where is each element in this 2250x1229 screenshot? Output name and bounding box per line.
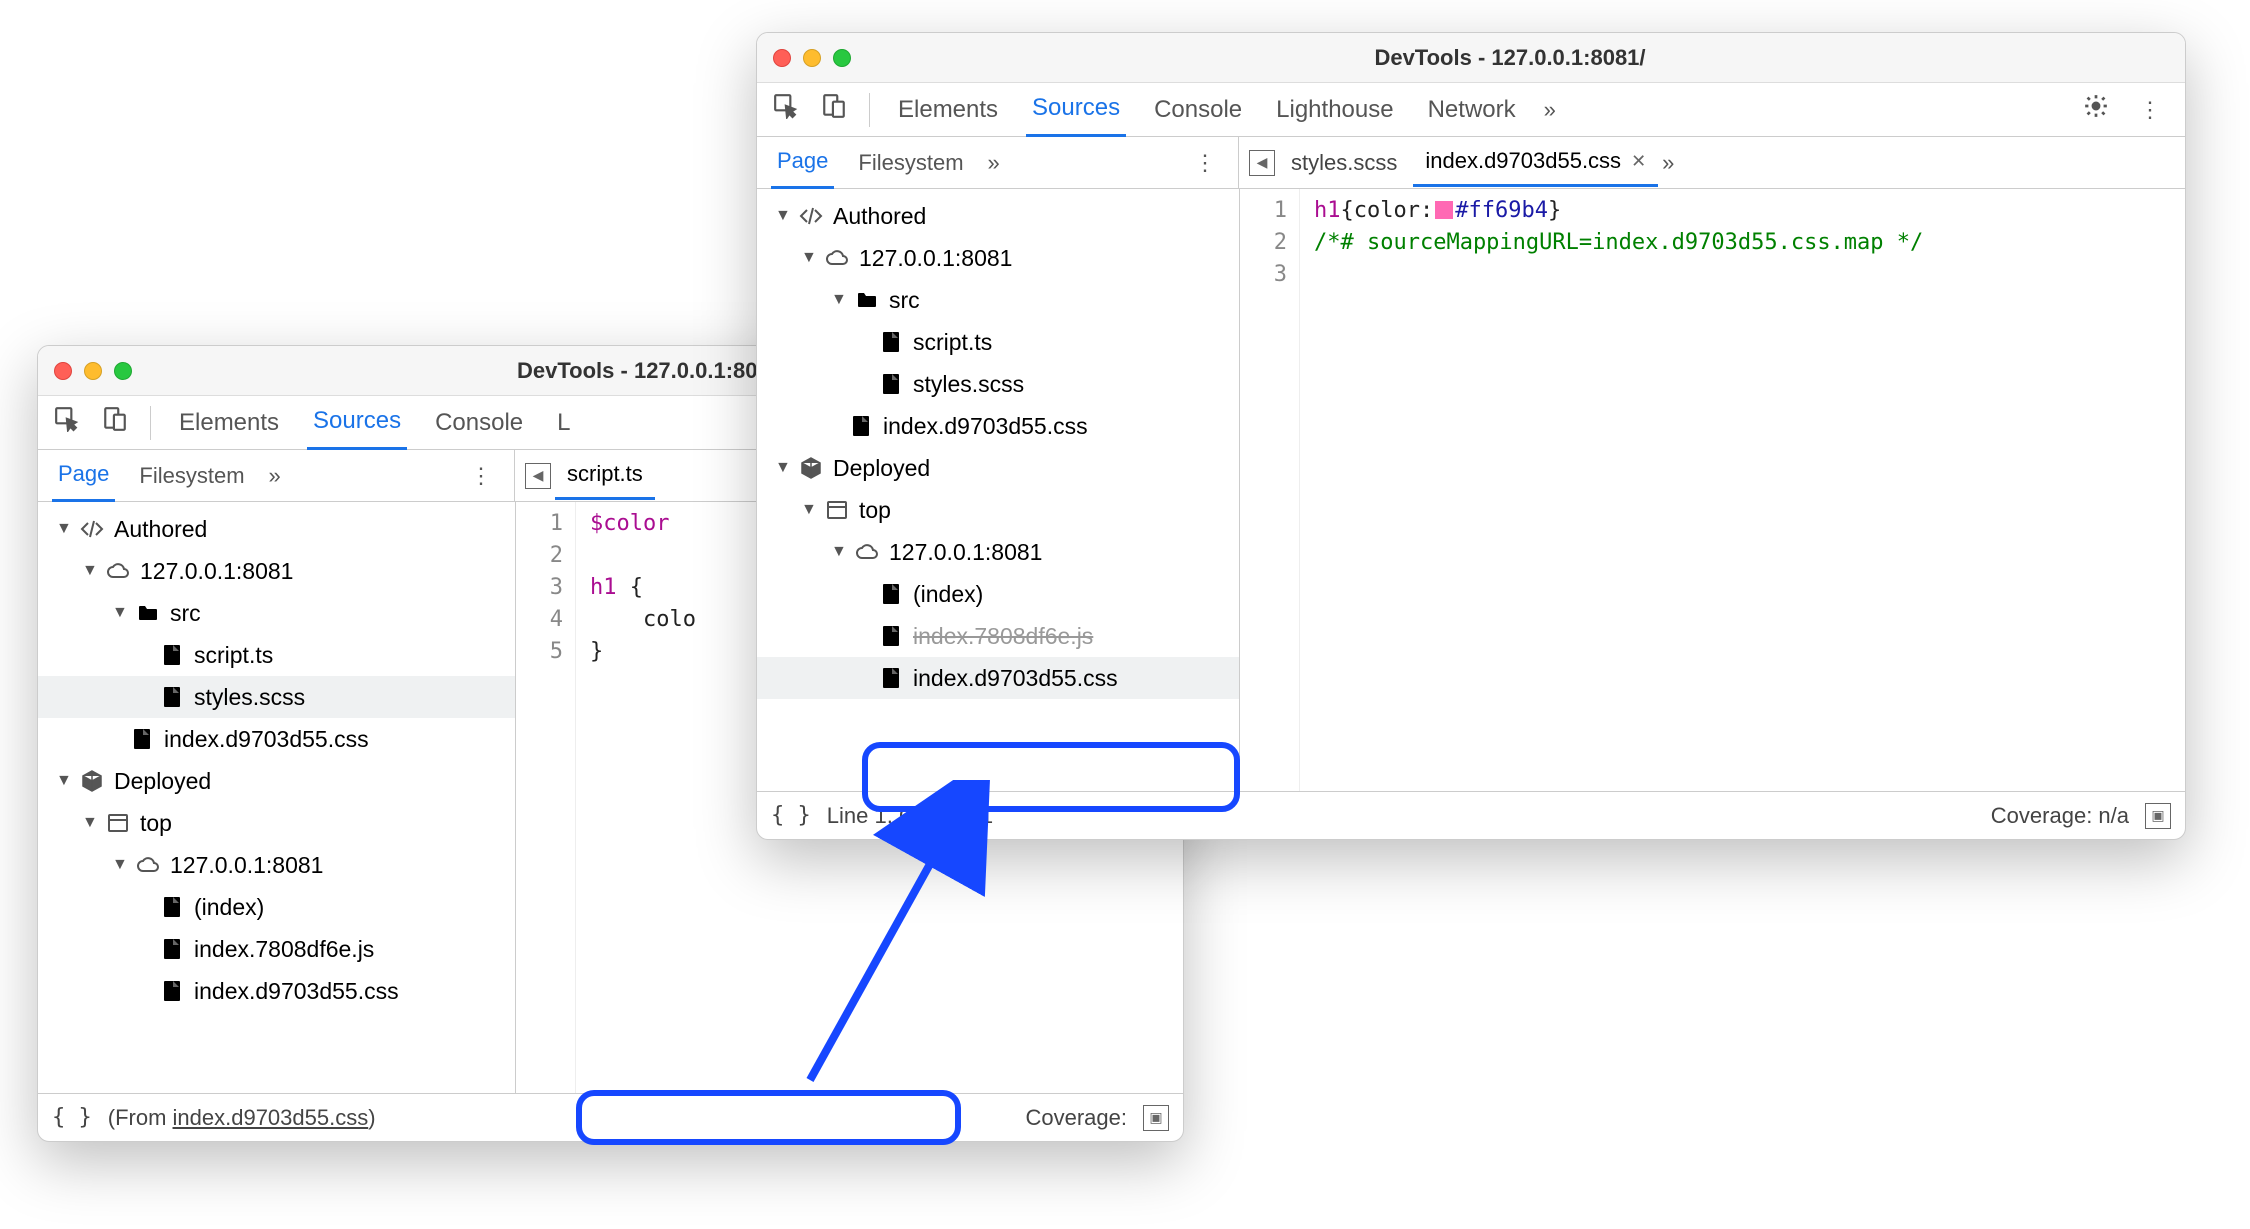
sub-toolbar: Page Filesystem » ⋮ ◀ styles.scss index.… (757, 137, 2185, 189)
tab-network[interactable]: Network (1422, 84, 1522, 136)
line-gutter: 12345 (516, 502, 576, 1093)
collapse-panel-icon[interactable]: ◀ (1249, 150, 1275, 176)
more-icon[interactable]: » (988, 150, 1000, 176)
filetab-label: styles.scss (1291, 150, 1397, 176)
settings-icon[interactable] (2083, 93, 2109, 126)
navtab-filesystem[interactable]: Filesystem (852, 138, 969, 188)
tab-elements[interactable]: Elements (892, 84, 1004, 136)
navigator-tree: ▼Authored ▼127.0.0.1:8081 ▼src script.ts… (757, 189, 1240, 791)
tree-styles-scss[interactable]: styles.scss (757, 363, 1239, 405)
tree-index-js[interactable]: index.7808df6e.js (38, 928, 515, 970)
tree-index-js[interactable]: index.7808df6e.js (757, 615, 1239, 657)
code-area[interactable]: h1{color:#ff69b4} /*# sourceMappingURL=i… (1300, 189, 1923, 791)
pretty-print-icon[interactable]: { } (771, 803, 811, 828)
tab-truncated[interactable]: L (551, 397, 576, 449)
tree-host[interactable]: ▼127.0.0.1:8081 (38, 550, 515, 592)
separator (150, 406, 151, 440)
traffic-close[interactable] (773, 49, 791, 67)
color-swatch[interactable] (1435, 201, 1453, 219)
titlebar: DevTools - 127.0.0.1:8081/ (757, 33, 2185, 83)
more-tabs-icon[interactable]: » (1544, 97, 1556, 123)
tab-lighthouse[interactable]: Lighthouse (1270, 84, 1399, 136)
tree-top[interactable]: ▼top (38, 802, 515, 844)
tree-index-css2[interactable]: index.d9703d55.css (38, 970, 515, 1012)
main-toolbar: Elements Sources Console Lighthouse Netw… (757, 83, 2185, 137)
navtab-filesystem[interactable]: Filesystem (133, 451, 250, 501)
filetab-label: index.d9703d55.css (1425, 148, 1621, 174)
coverage-toggle-icon[interactable]: ▣ (1143, 1105, 1169, 1131)
tab-console[interactable]: Console (1148, 84, 1248, 136)
kebab-icon[interactable]: ⋮ (462, 463, 500, 489)
statusbar: { } (From index.d9703d55.css) Coverage: … (38, 1093, 1183, 1141)
inspect-icon[interactable] (54, 406, 80, 439)
navtab-page[interactable]: Page (771, 136, 834, 189)
navigator-tree: ▼Authored ▼127.0.0.1:8081 ▼src script.ts… (38, 502, 516, 1093)
kebab-icon[interactable]: ⋮ (2131, 97, 2169, 123)
device-icon[interactable] (821, 93, 847, 126)
tree-top[interactable]: ▼top (757, 489, 1239, 531)
close-icon[interactable]: ✕ (1631, 151, 1646, 172)
traffic-zoom[interactable] (114, 362, 132, 380)
code-area[interactable]: $color h1 { colo } (576, 502, 696, 1093)
tab-console[interactable]: Console (429, 397, 529, 449)
coverage-toggle-icon[interactable]: ▣ (2145, 803, 2171, 829)
window-title: DevTools - 127.0.0.1:8081/ (851, 45, 2169, 71)
filetab-label: script.ts (567, 461, 643, 487)
traffic-minimize[interactable] (84, 362, 102, 380)
traffic-minimize[interactable] (803, 49, 821, 67)
from-source: (From index.d9703d55.css) (108, 1105, 376, 1131)
coverage-label: Coverage: n/a (1991, 803, 2129, 829)
kebab-icon[interactable]: ⋮ (1186, 150, 1224, 176)
filetab-styles-scss[interactable]: styles.scss (1279, 140, 1409, 186)
tab-sources[interactable]: Sources (1026, 82, 1126, 137)
pretty-print-icon[interactable]: { } (52, 1105, 92, 1130)
tree-index-css2[interactable]: index.d9703d55.css (757, 657, 1239, 699)
traffic-zoom[interactable] (833, 49, 851, 67)
traffic-close[interactable] (54, 362, 72, 380)
editor: 123 h1{color:#ff69b4} /*# sourceMappingU… (1240, 189, 2185, 791)
cursor-position: Line 1, Column 1 (827, 803, 993, 829)
collapse-panel-icon[interactable]: ◀ (525, 463, 551, 489)
more-filetabs-icon[interactable]: » (1662, 150, 1674, 176)
tree-host[interactable]: ▼127.0.0.1:8081 (757, 237, 1239, 279)
inspect-icon[interactable] (773, 93, 799, 126)
from-link[interactable]: index.d9703d55.css (173, 1105, 369, 1130)
filetab-script-ts[interactable]: script.ts (555, 451, 655, 500)
line-gutter: 123 (1240, 189, 1300, 791)
tab-sources[interactable]: Sources (307, 395, 407, 450)
filetab-index-css[interactable]: index.d9703d55.css ✕ (1413, 138, 1658, 187)
device-icon[interactable] (102, 406, 128, 439)
coverage-label: Coverage: (1025, 1105, 1127, 1131)
statusbar: { } Line 1, Column 1 Coverage: n/a ▣ (757, 791, 2185, 839)
tree-styles-scss[interactable]: styles.scss (38, 676, 515, 718)
navtab-page[interactable]: Page (52, 449, 115, 502)
separator (869, 93, 870, 127)
devtools-window-2: DevTools - 127.0.0.1:8081/ Elements Sour… (756, 32, 2186, 840)
tab-elements[interactable]: Elements (173, 397, 285, 449)
more-icon[interactable]: » (269, 463, 281, 489)
